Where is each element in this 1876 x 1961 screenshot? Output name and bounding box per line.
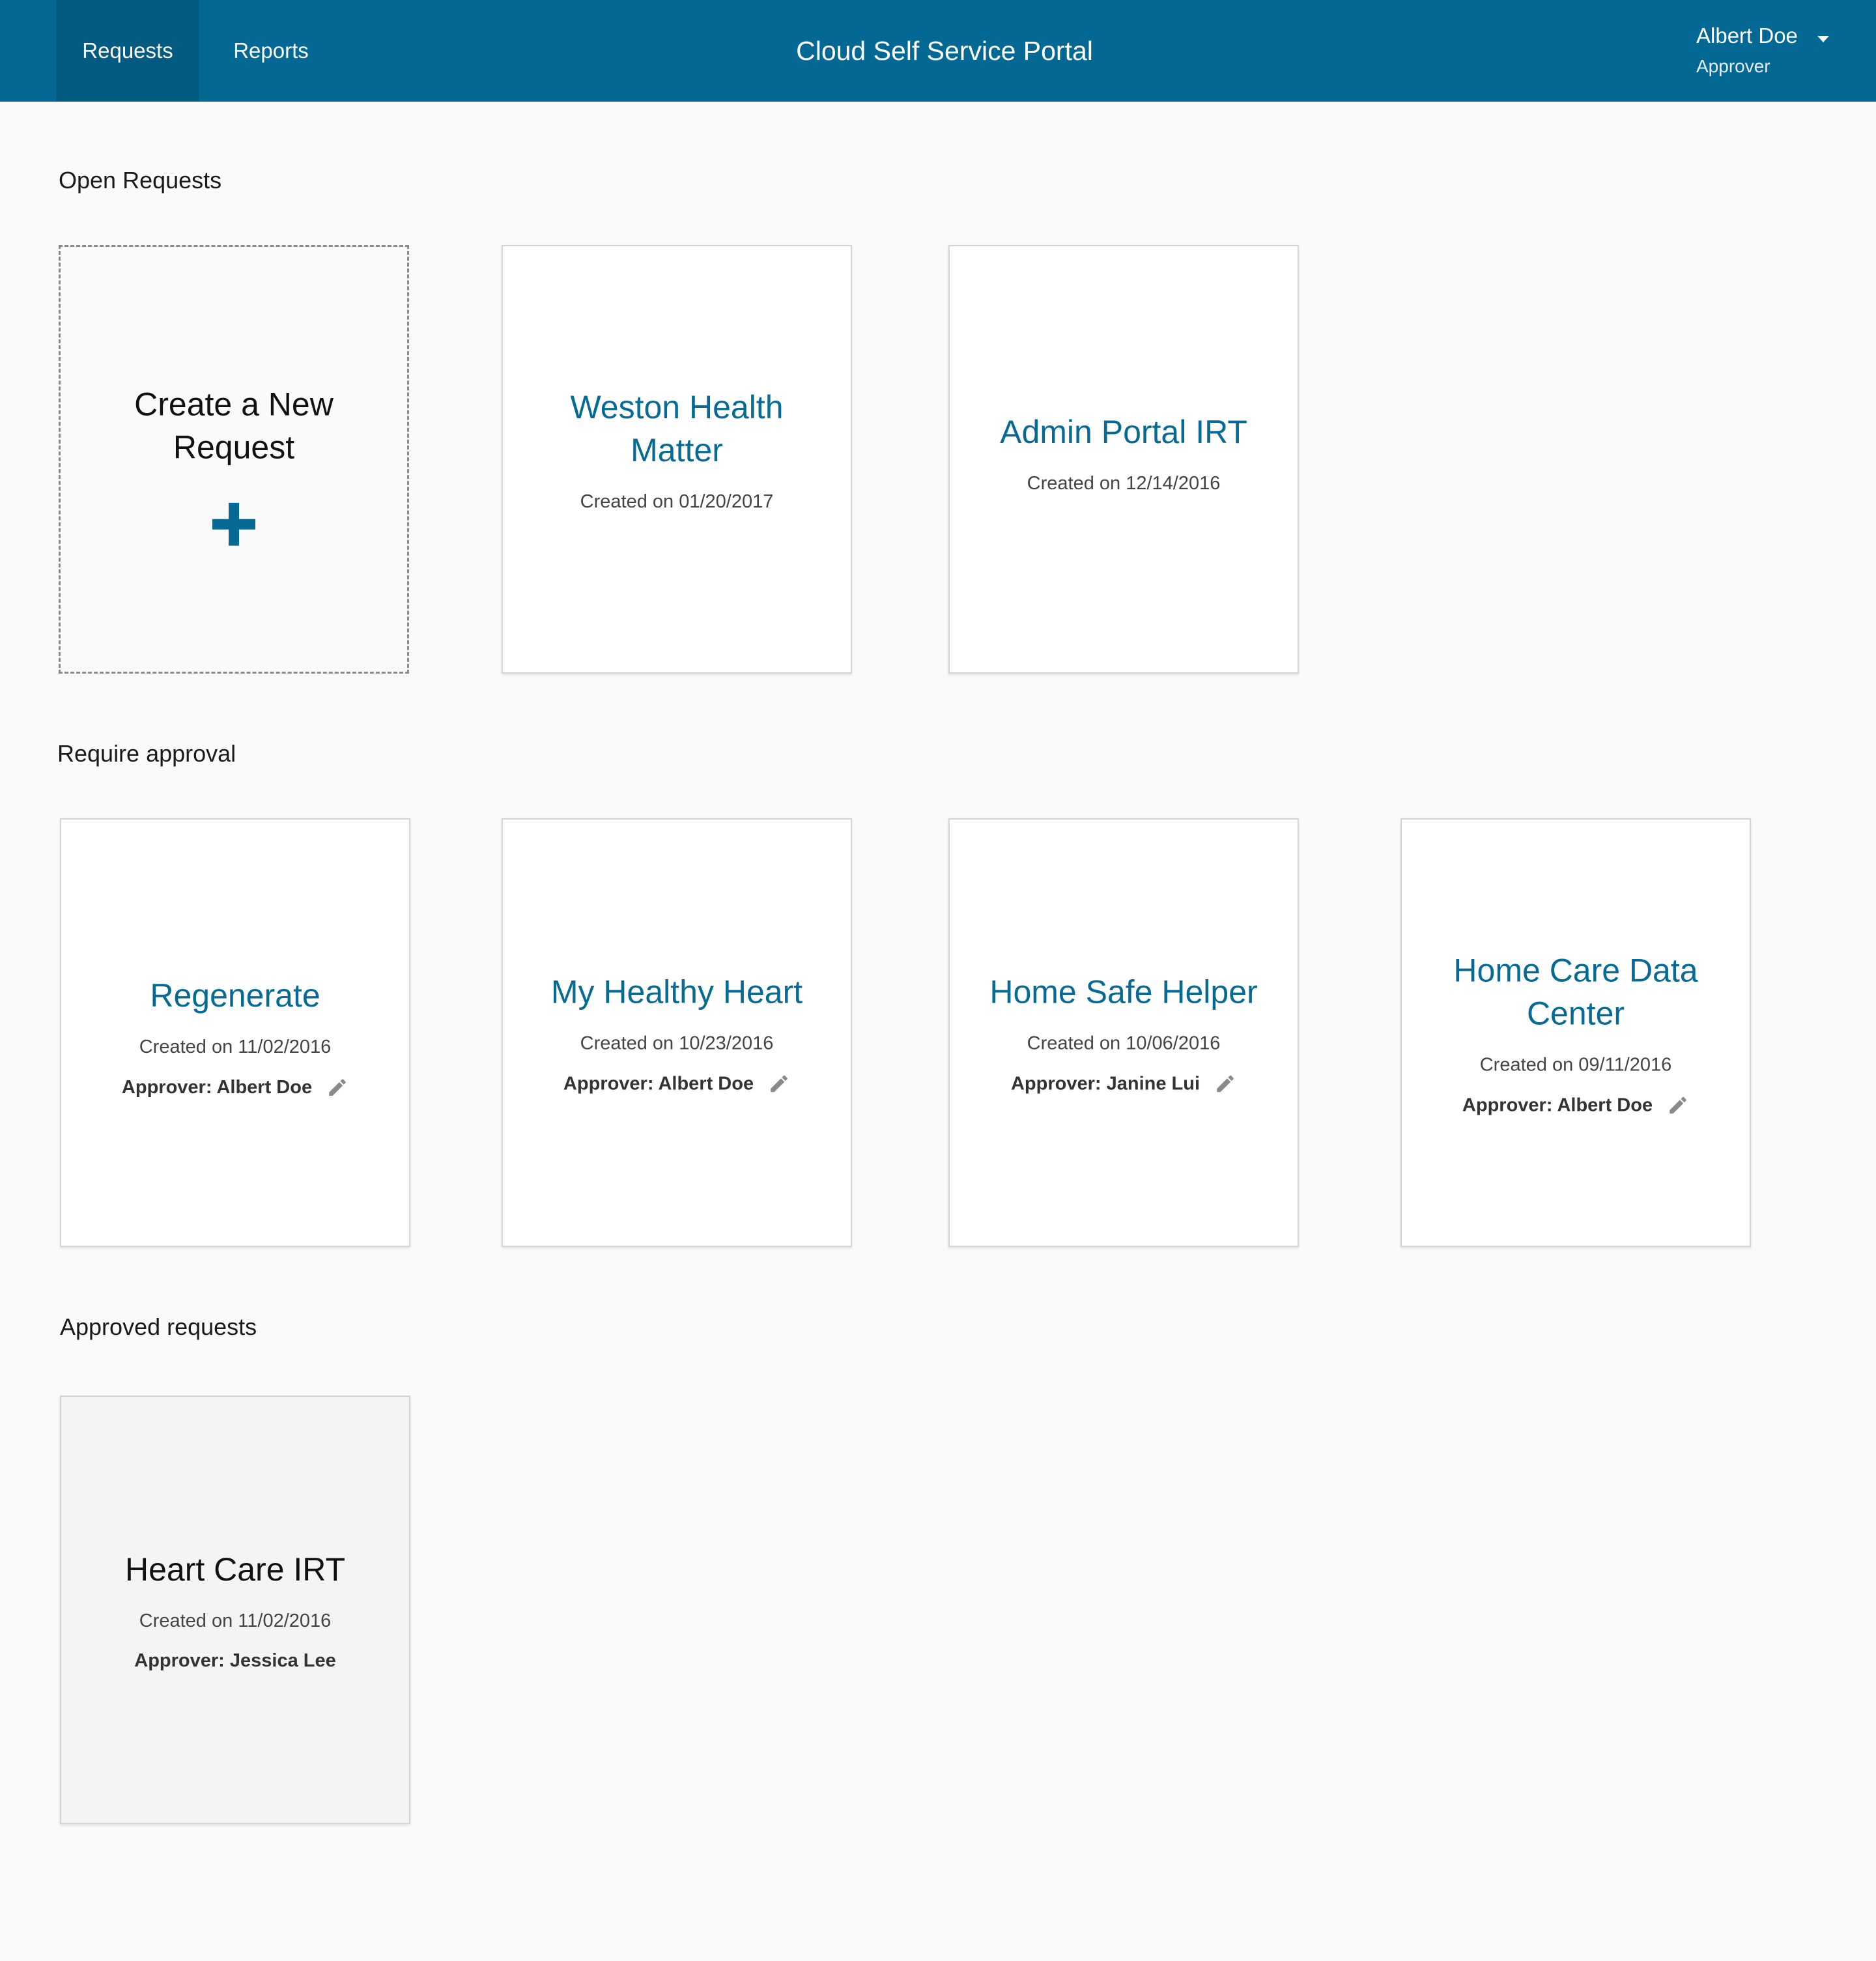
created-date: Created on 11/02/2016 <box>139 1037 332 1058</box>
approval-card[interactable]: Home Safe Helper Created on 10/06/2016 A… <box>948 818 1299 1247</box>
approver-row: Approver: Jessica Lee <box>61 1650 409 1672</box>
card-title[interactable]: My Healthy Heart <box>503 971 851 1014</box>
tab-requests[interactable]: Requests <box>56 0 199 102</box>
approver-label: Approver: Albert Doe <box>121 1076 313 1098</box>
request-card[interactable]: Weston Health Matter Created on 01/20/20… <box>502 245 852 674</box>
section-title-open-requests: Open Requests <box>59 167 222 193</box>
created-date: Created on 12/14/2016 <box>1027 473 1221 494</box>
approval-card[interactable]: Regenerate Created on 11/02/2016 Approve… <box>60 818 410 1247</box>
created-date: Created on 11/02/2016 <box>139 1610 332 1631</box>
user-menu[interactable]: Albert Doe Approver <box>1696 23 1840 82</box>
created-date: Created on 10/06/2016 <box>1027 1033 1221 1054</box>
created-date: Created on 01/20/2017 <box>580 491 774 512</box>
card-title: Create a New Request <box>134 386 334 466</box>
pencil-icon[interactable] <box>1667 1095 1689 1117</box>
create-new-request-card[interactable]: Create a New Request <box>59 245 409 674</box>
card-title[interactable]: Home Safe Helper <box>950 971 1298 1014</box>
approver-label: Approver: Janine Lui <box>1010 1073 1201 1094</box>
top-navigation-bar: Requests Reports Cloud Self Service Port… <box>0 0 1876 102</box>
section-title-approved-requests: Approved requests <box>60 1313 257 1340</box>
user-name: Albert Doe <box>1696 23 1798 48</box>
approved-card[interactable]: Heart Care IRT Created on 11/02/2016 App… <box>60 1396 410 1824</box>
request-card[interactable]: Admin Portal IRT Created on 12/14/2016 <box>948 245 1299 674</box>
user-role: Approver <box>1696 56 1770 76</box>
created-date: Created on 10/23/2016 <box>580 1033 774 1054</box>
pencil-icon[interactable] <box>768 1073 790 1095</box>
section-title-require-approval: Require approval <box>57 740 236 767</box>
approver-label: Approver: Albert Doe <box>1462 1095 1653 1115</box>
pencil-icon[interactable] <box>326 1076 348 1098</box>
plus-icon <box>212 502 255 546</box>
pencil-icon[interactable] <box>1214 1073 1236 1095</box>
approver-row: Approver: Albert Doe <box>61 1076 409 1098</box>
approver-row: Approver: Albert Doe <box>1402 1095 1750 1117</box>
approver-label: Approver: Albert Doe <box>563 1073 754 1094</box>
card-title[interactable]: Home Care Data Center <box>1402 949 1750 1035</box>
tab-reports[interactable]: Reports <box>199 0 343 102</box>
created-date: Created on 09/11/2016 <box>1479 1054 1672 1076</box>
card-title[interactable]: Weston Health Matter <box>503 386 851 472</box>
card-title[interactable]: Regenerate <box>61 974 409 1017</box>
card-title[interactable]: Admin Portal IRT <box>950 410 1298 453</box>
chevron-down-icon[interactable] <box>1817 36 1829 42</box>
approval-card[interactable]: My Healthy Heart Created on 10/23/2016 A… <box>502 818 852 1247</box>
approval-card[interactable]: Home Care Data Center Created on 09/11/2… <box>1400 818 1751 1247</box>
app-title: Cloud Self Service Portal <box>796 35 1093 66</box>
approver-label: Approver: Jessica Lee <box>134 1650 336 1671</box>
card-title[interactable]: Heart Care IRT <box>61 1548 409 1591</box>
approver-row: Approver: Janine Lui <box>950 1073 1298 1095</box>
approver-row: Approver: Albert Doe <box>503 1073 851 1095</box>
